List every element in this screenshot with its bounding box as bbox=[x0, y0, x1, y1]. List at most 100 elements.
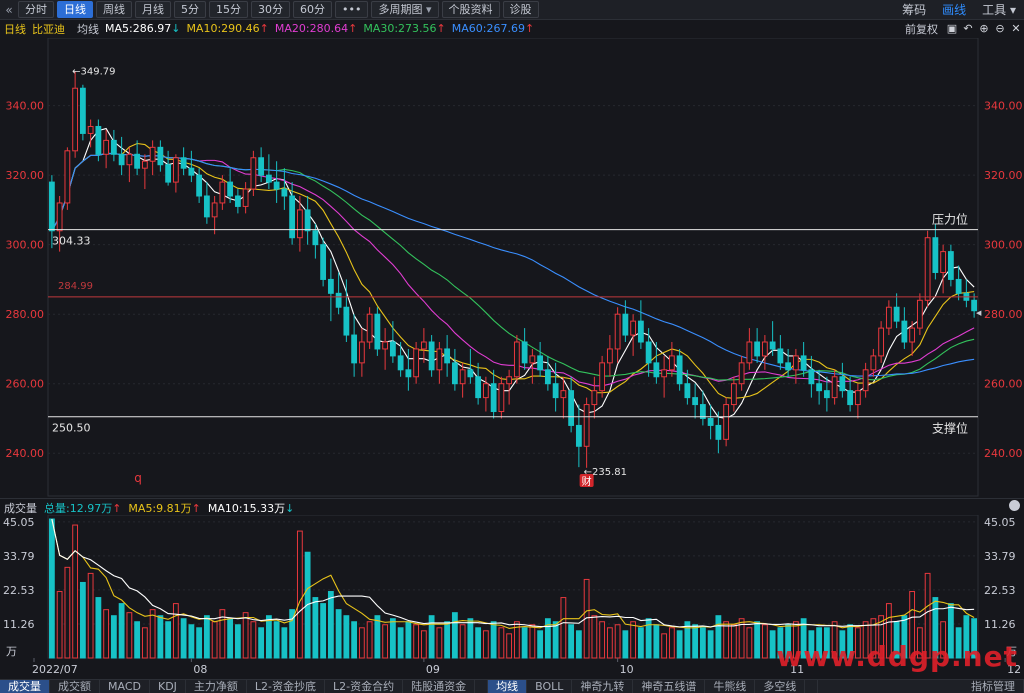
candle bbox=[203, 182, 210, 224]
settings-icon[interactable] bbox=[1009, 500, 1020, 514]
undo-icon[interactable]: ↶ bbox=[962, 22, 974, 35]
fq-select[interactable]: 前复权 bbox=[905, 21, 938, 37]
chevron-left-icon[interactable]: « bbox=[0, 3, 18, 17]
tab-5[interactable]: 15分 bbox=[209, 1, 248, 18]
candle-body bbox=[320, 244, 327, 280]
indicator-tab-4[interactable]: 主力净额 bbox=[186, 680, 247, 693]
ma-label[interactable]: 均线 bbox=[77, 21, 99, 37]
indicator-tab-9[interactable]: 均线 bbox=[488, 680, 528, 693]
candle-body bbox=[909, 327, 916, 343]
candle-body bbox=[242, 188, 249, 207]
tab-11[interactable]: 诊股 bbox=[502, 1, 539, 18]
tab-9[interactable]: 多周期图 bbox=[371, 1, 439, 18]
candle bbox=[312, 223, 319, 259]
candle bbox=[134, 140, 141, 176]
candle-body bbox=[878, 327, 885, 357]
toolbar-right-1[interactable]: 画线 bbox=[934, 1, 974, 18]
tab-7[interactable]: 60分 bbox=[293, 1, 332, 18]
indicator-tab-1[interactable]: 成交额 bbox=[50, 680, 100, 693]
tab-10[interactable]: 个股资料 bbox=[441, 1, 500, 18]
volume-bar bbox=[715, 615, 722, 659]
candle bbox=[358, 328, 365, 377]
volume-bar bbox=[374, 615, 381, 659]
candle bbox=[242, 182, 249, 214]
volume-bar bbox=[103, 609, 110, 659]
volume-ma5-line bbox=[51, 518, 975, 629]
tab-0[interactable]: 分时 bbox=[18, 1, 54, 18]
volume-bar bbox=[188, 624, 195, 659]
candle-body bbox=[382, 341, 389, 350]
volume-bar bbox=[95, 597, 102, 659]
volume-tick-right: 11.26 bbox=[984, 618, 1016, 631]
high-label: ←349.79 bbox=[72, 67, 115, 78]
candle bbox=[382, 328, 389, 370]
candle bbox=[335, 272, 342, 315]
candle bbox=[389, 321, 396, 363]
indicator-tab-7[interactable]: 陆股通资金 bbox=[403, 680, 476, 693]
candle-body bbox=[327, 278, 334, 294]
volume-tick-left: 11.26 bbox=[3, 618, 35, 631]
volume-bar bbox=[599, 621, 606, 659]
volume-bar bbox=[606, 627, 613, 659]
indicator-tab-5[interactable]: L2-资金抄底 bbox=[247, 680, 326, 693]
candle-body bbox=[723, 404, 730, 440]
resistance-label: 压力位 bbox=[932, 212, 968, 227]
candle-body bbox=[599, 362, 606, 392]
candle-body bbox=[490, 383, 497, 413]
toolbar-right-2[interactable]: 工具 ▾ bbox=[974, 1, 1024, 18]
volume-bar bbox=[692, 624, 699, 659]
volume-bar bbox=[428, 615, 435, 659]
volume-bar bbox=[56, 591, 63, 659]
volume-bar bbox=[521, 627, 528, 659]
volume-bar bbox=[397, 627, 404, 659]
candle-body bbox=[901, 320, 908, 343]
indicator-tab-3[interactable]: KDJ bbox=[150, 680, 186, 693]
indicator-tab-10[interactable]: BOLL bbox=[527, 680, 573, 693]
volume-bar bbox=[234, 624, 241, 659]
indicator-tab-11[interactable]: 神奇九转 bbox=[572, 680, 634, 693]
toolbar-right-0[interactable]: 筹码 bbox=[894, 1, 934, 18]
x-axis-label: 10 bbox=[620, 663, 634, 676]
ma10-value: MA10:290.46↑ bbox=[186, 22, 269, 35]
candle bbox=[630, 314, 637, 356]
tab-1[interactable]: 日线 bbox=[57, 1, 93, 18]
close-icon[interactable]: ✕ bbox=[1010, 22, 1022, 35]
candle bbox=[885, 300, 892, 336]
lock-icon[interactable]: ▣ bbox=[946, 22, 958, 35]
candle bbox=[258, 147, 265, 183]
tab-8[interactable]: ••• bbox=[335, 1, 369, 18]
indicator-tab-13[interactable]: 牛熊线 bbox=[705, 680, 756, 693]
volume-bar bbox=[327, 591, 334, 659]
candle-body bbox=[141, 160, 148, 169]
tab-4[interactable]: 5分 bbox=[174, 1, 206, 18]
candle bbox=[420, 328, 427, 363]
info-right-controls: 前复权 ▣ ↶ ⊕ ⊖ ✕ bbox=[905, 20, 1024, 37]
tab-3[interactable]: 月线 bbox=[135, 1, 171, 18]
volume-bar bbox=[265, 615, 272, 659]
indicator-tab-6[interactable]: L2-资金合约 bbox=[325, 680, 404, 693]
indicator-tab-16[interactable]: 指标管理 bbox=[963, 680, 1024, 693]
candle-body bbox=[87, 125, 94, 134]
indicator-tab-12[interactable]: 神奇五线谱 bbox=[633, 680, 706, 693]
candle bbox=[676, 348, 683, 391]
volume-bar bbox=[637, 627, 644, 659]
candle bbox=[304, 196, 311, 245]
candle-body bbox=[916, 299, 923, 329]
indicator-tab-0[interactable]: 成交量 bbox=[0, 680, 50, 693]
tab-6[interactable]: 30分 bbox=[251, 1, 290, 18]
candle-body bbox=[95, 125, 102, 155]
volume-bar bbox=[676, 630, 683, 659]
candle-body bbox=[312, 230, 319, 246]
zoom-out-icon[interactable]: ⊖ bbox=[994, 22, 1006, 35]
candle-body bbox=[459, 369, 466, 385]
volume-bar bbox=[64, 566, 71, 659]
candle-body bbox=[823, 390, 830, 399]
volume-label[interactable]: 成交量 bbox=[4, 500, 37, 516]
indicator-tab-14[interactable]: 多空线 bbox=[755, 680, 806, 693]
indicator-tab-2[interactable]: MACD bbox=[100, 680, 150, 693]
price-chart[interactable]: 240.00 240.00 260.00 260.00 280.00 280.00 300.… bbox=[0, 38, 1024, 498]
candle-body bbox=[165, 164, 172, 183]
candle bbox=[72, 71, 79, 158]
zoom-in-icon[interactable]: ⊕ bbox=[978, 22, 990, 35]
tab-2[interactable]: 周线 bbox=[96, 1, 132, 18]
